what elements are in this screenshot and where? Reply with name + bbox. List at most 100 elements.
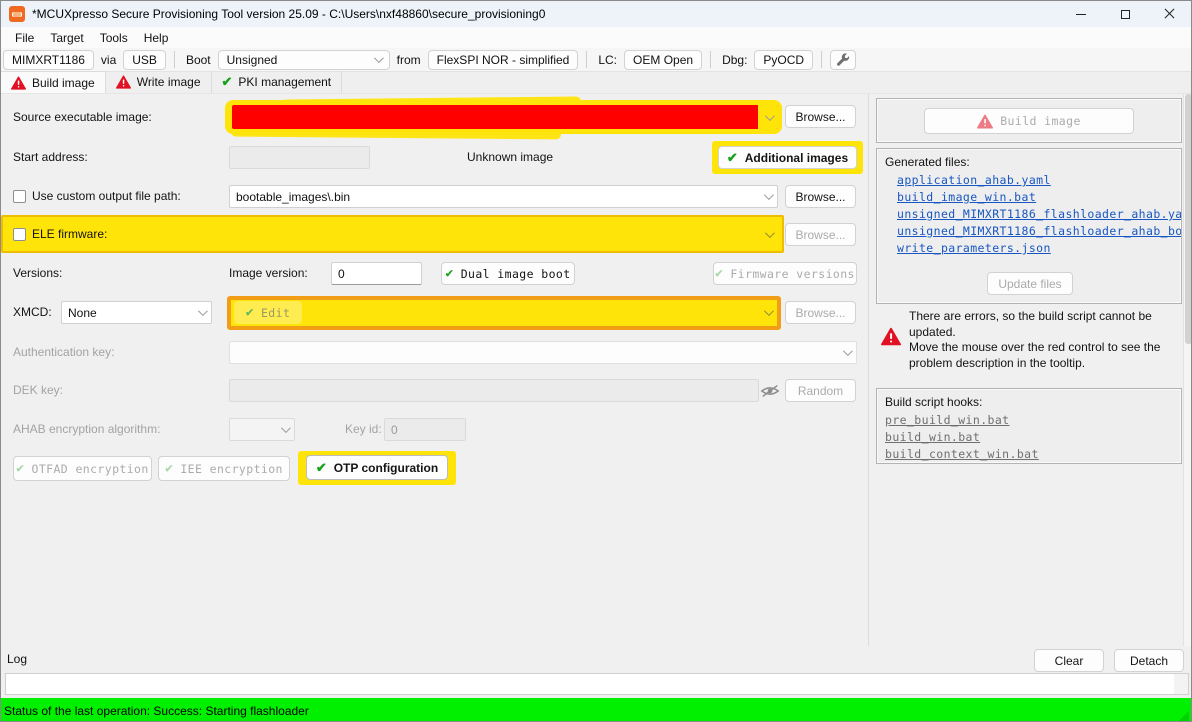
custom-output-combo[interactable]: bootable_images\.bin [229, 185, 778, 208]
chevron-down-icon [764, 111, 774, 121]
check-icon: ✔ [727, 150, 738, 166]
tab-build-image[interactable]: Build image [1, 71, 106, 93]
xmcd-file-combo[interactable] [311, 301, 777, 324]
check-icon: ✔ [16, 461, 24, 476]
debug-probe-button[interactable]: PyOCD [754, 50, 813, 70]
start-address-label: Start address: [13, 146, 88, 169]
custom-output-checkbox[interactable] [13, 190, 26, 203]
error-icon [977, 114, 993, 129]
generated-file-link[interactable]: application_ahab.yaml [897, 173, 1181, 187]
chevron-down-icon [843, 346, 853, 356]
error-line: There are errors, so the build script ca… [909, 309, 1181, 340]
build-hooks-label: Build script hooks: [885, 395, 1181, 409]
source-image-label: Source executable image: [13, 106, 152, 129]
minimize-button[interactable] [1059, 1, 1103, 27]
hook-link[interactable]: pre_build_win.bat [885, 413, 1181, 427]
chevron-down-icon [198, 306, 208, 316]
image-version-field[interactable]: 0 [331, 262, 422, 285]
vertical-scrollbar[interactable] [1183, 94, 1192, 646]
build-image-page: Source executable image: Browse... Start… [1, 94, 1192, 646]
toolbar: MIMXRT1186 via USB Boot Unsigned from Fl… [1, 48, 1191, 72]
source-browse-button[interactable]: Browse... [785, 105, 856, 128]
auth-key-combo [229, 341, 857, 364]
resize-grip[interactable] [1179, 711, 1189, 721]
connection-button[interactable]: USB [123, 50, 166, 70]
xmcd-edit-button[interactable]: ✔ Edit [234, 301, 302, 324]
ele-firmware-label: ELE firmware: [32, 223, 107, 246]
build-image-group: Build image [876, 98, 1182, 143]
status-bar: Status of the last operation: Success: S… [1, 698, 1191, 722]
boot-type-select[interactable]: Unsigned [218, 50, 390, 70]
additional-images-button[interactable]: ✔ Additional images [718, 146, 857, 169]
menu-tools[interactable]: Tools [92, 29, 136, 47]
menu-help[interactable]: Help [136, 29, 177, 47]
key-id-label: Key id: [345, 418, 382, 441]
ele-firmware-combo[interactable] [232, 223, 778, 246]
settings-wrench-button[interactable] [830, 50, 856, 70]
log-clear-button[interactable]: Clear [1034, 649, 1104, 672]
ahab-algorithm-label: AHAB encryption algorithm: [13, 418, 160, 441]
lc-label: LC: [598, 53, 617, 67]
log-section: Log Clear Detach [1, 646, 1191, 673]
generated-files-group: Generated files: application_ahab.yaml b… [876, 148, 1182, 304]
right-panel: Build image Generated files: application… [876, 94, 1182, 646]
maximize-button[interactable] [1103, 1, 1147, 27]
otp-configuration-button[interactable]: ✔ OTP configuration [306, 455, 448, 480]
auth-key-label: Authentication key: [13, 341, 114, 364]
custom-output-browse-button[interactable]: Browse... [785, 185, 856, 208]
tab-pki-management[interactable]: ✔ PKI management [212, 71, 343, 93]
menu-target[interactable]: Target [42, 29, 91, 47]
generated-file-link[interactable]: build_image_win.bat [897, 190, 1181, 204]
via-label: via [101, 53, 116, 67]
menu-bar: File Target Tools Help [1, 27, 1191, 48]
build-script-hooks-group: Build script hooks: pre_build_win.bat bu… [876, 388, 1182, 464]
tab-bar: Build image Write image ✔ PKI management [1, 72, 1191, 94]
generated-file-link[interactable]: unsigned_MIMXRT1186_flashloader_ahab_boo… [897, 224, 1181, 238]
hook-link[interactable]: build_win.bat [885, 430, 1181, 444]
app-window: *MCUXpresso Secure Provisioning Tool ver… [0, 0, 1192, 722]
ele-browse-button: Browse... [785, 223, 856, 246]
title-bar: *MCUXpresso Secure Provisioning Tool ver… [1, 1, 1191, 27]
close-button[interactable] [1147, 1, 1191, 27]
hook-link[interactable]: build_context_win.bat [885, 447, 1181, 461]
error-icon [881, 327, 901, 346]
tab-write-image[interactable]: Write image [106, 71, 212, 93]
chevron-down-icon [765, 228, 775, 238]
dual-image-boot-button[interactable]: ✔ Dual image boot [441, 262, 575, 285]
maximize-icon [1121, 10, 1130, 19]
close-icon [1164, 9, 1174, 19]
scrollbar-thumb[interactable] [1185, 94, 1192, 344]
log-detach-button[interactable]: Detach [1114, 649, 1184, 672]
otfad-encryption-button: ✔ OTFAD encryption [13, 456, 152, 481]
xmcd-select[interactable]: None [61, 301, 212, 324]
log-output[interactable] [5, 673, 1189, 695]
image-version-label: Image version: [229, 262, 308, 285]
ele-firmware-checkbox[interactable] [13, 228, 26, 241]
generated-file-link[interactable]: write_parameters.json [897, 241, 1181, 255]
build-form: Source executable image: Browse... Start… [1, 94, 869, 646]
life-cycle-button[interactable]: OEM Open [624, 50, 702, 70]
error-line: Move the mouse over the red control to s… [909, 340, 1181, 371]
app-icon [9, 6, 25, 22]
chevron-down-icon [281, 423, 291, 433]
processor-button[interactable]: MIMXRT1186 [3, 50, 94, 70]
generated-file-link[interactable]: unsigned_MIMXRT1186_flashloader_ahab.yam… [897, 207, 1181, 221]
iee-encryption-button: ✔ IEE encryption [158, 456, 290, 481]
source-image-combo[interactable] [232, 105, 778, 129]
window-title: *MCUXpresso Secure Provisioning Tool ver… [32, 7, 545, 21]
random-button: Random [785, 379, 856, 402]
unknown-image-text: Unknown image [467, 146, 553, 169]
boot-device-button[interactable]: FlexSPI NOR - simplified [428, 50, 579, 70]
error-icon [11, 76, 26, 90]
log-label: Log [7, 652, 27, 666]
ahab-algorithm-select [229, 418, 295, 441]
eye-slash-icon[interactable] [760, 383, 780, 399]
check-icon: ✔ [715, 266, 723, 281]
xmcd-label: XMCD: [13, 301, 52, 324]
update-files-button: Update files [987, 272, 1073, 295]
check-icon: ✔ [316, 460, 327, 476]
check-icon: ✔ [222, 74, 233, 90]
menu-file[interactable]: File [7, 29, 42, 47]
chevron-down-icon [764, 306, 774, 316]
custom-output-label: Use custom output file path: [32, 185, 181, 208]
